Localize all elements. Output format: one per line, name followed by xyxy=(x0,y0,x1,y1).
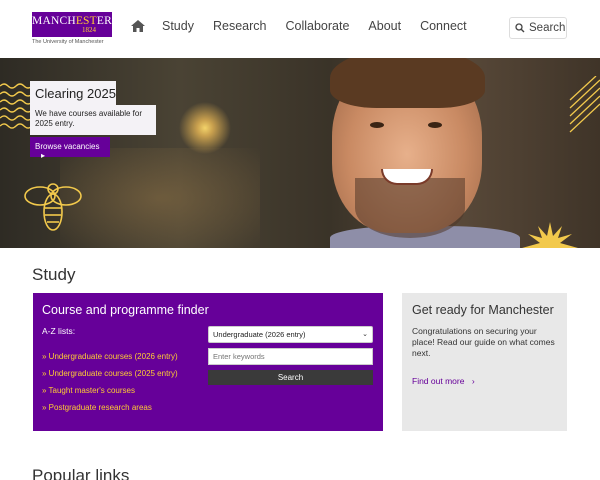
entry-level-select[interactable]: Undergraduate (2026 entry) ⌄ xyxy=(208,326,373,343)
site-header: MANCHESTER 1824 The University of Manche… xyxy=(0,0,600,58)
az-list: » Undergraduate courses (2026 entry) » U… xyxy=(42,352,178,420)
hero-banner: Clearing 2025 We have courses available … xyxy=(0,58,600,248)
az-link-pgr-areas[interactable]: » Postgraduate research areas xyxy=(42,403,178,420)
study-heading: Study xyxy=(32,265,76,284)
browse-vacancies-button[interactable]: Browse vacancies ▸ xyxy=(30,137,110,160)
chevron-right-icon: › xyxy=(471,376,475,386)
clearing-description: We have courses available for 2025 entry… xyxy=(30,105,156,135)
entry-level-value: Undergraduate (2026 entry) xyxy=(213,330,306,339)
nav-item-connect[interactable]: Connect xyxy=(420,19,467,33)
home-icon[interactable] xyxy=(130,18,146,34)
get-ready-body: Congratulations on securing your place! … xyxy=(412,326,555,358)
browse-vacancies-label: Browse vacancies xyxy=(35,142,100,151)
sun-decoration xyxy=(522,222,578,248)
find-out-more-label: Find out more xyxy=(412,376,465,386)
chevron-down-icon: ⌄ xyxy=(362,331,368,338)
stripes-decoration-right xyxy=(569,76,600,133)
keywords-input[interactable] xyxy=(208,348,373,365)
hero-person-eye-left xyxy=(370,122,384,128)
hero-person-eye-right xyxy=(428,122,442,128)
course-finder-title: Course and programme finder xyxy=(42,303,209,317)
chevron-right-icon: ▸ xyxy=(41,151,46,160)
bee-icon xyxy=(24,183,82,231)
az-link-taught-masters[interactable]: » Taught master's courses xyxy=(42,386,178,403)
logo-subtitle: The University of Manchester xyxy=(32,39,104,45)
logo-wordmark: MANCHESTER 1824 xyxy=(32,12,112,37)
course-finder-panel: Course and programme finder A-Z lists: »… xyxy=(33,293,383,431)
nav-item-about[interactable]: About xyxy=(368,19,401,33)
find-out-more-link[interactable]: Find out more › xyxy=(412,376,475,386)
hero-person-hair xyxy=(330,58,485,108)
hero-light xyxy=(60,148,260,248)
az-link-ug-2026[interactable]: » Undergraduate courses (2026 entry) xyxy=(42,352,178,369)
search-icon xyxy=(515,23,525,33)
hero-person-beard xyxy=(355,178,465,238)
az-link-ug-2025[interactable]: » Undergraduate courses (2025 entry) xyxy=(42,369,178,386)
university-logo[interactable]: MANCHESTER 1824 The University of Manche… xyxy=(32,12,112,46)
get-ready-panel: Get ready for Manchester Congratulations… xyxy=(402,293,567,431)
hero-person-smile xyxy=(381,169,433,185)
logo-year: 1824 xyxy=(82,26,96,34)
clearing-title: Clearing 2025 xyxy=(30,81,116,105)
search-label: Search xyxy=(529,22,566,34)
az-lists-label: A-Z lists: xyxy=(42,326,76,336)
nav-item-study[interactable]: Study xyxy=(162,19,194,33)
nav-item-research[interactable]: Research xyxy=(213,19,267,33)
get-ready-title: Get ready for Manchester xyxy=(412,303,554,317)
main-nav: Study Research Collaborate About Connect xyxy=(130,18,486,34)
search-button[interactable]: Search xyxy=(509,17,567,39)
nav-item-collaborate[interactable]: Collaborate xyxy=(285,19,349,33)
squiggle-decoration-left xyxy=(0,83,30,129)
logo-word-a: MANCH xyxy=(32,15,76,27)
course-search-button[interactable]: Search xyxy=(208,370,373,385)
popular-links-heading: Popular links xyxy=(32,466,130,480)
logo-word-c: ER xyxy=(96,15,112,27)
